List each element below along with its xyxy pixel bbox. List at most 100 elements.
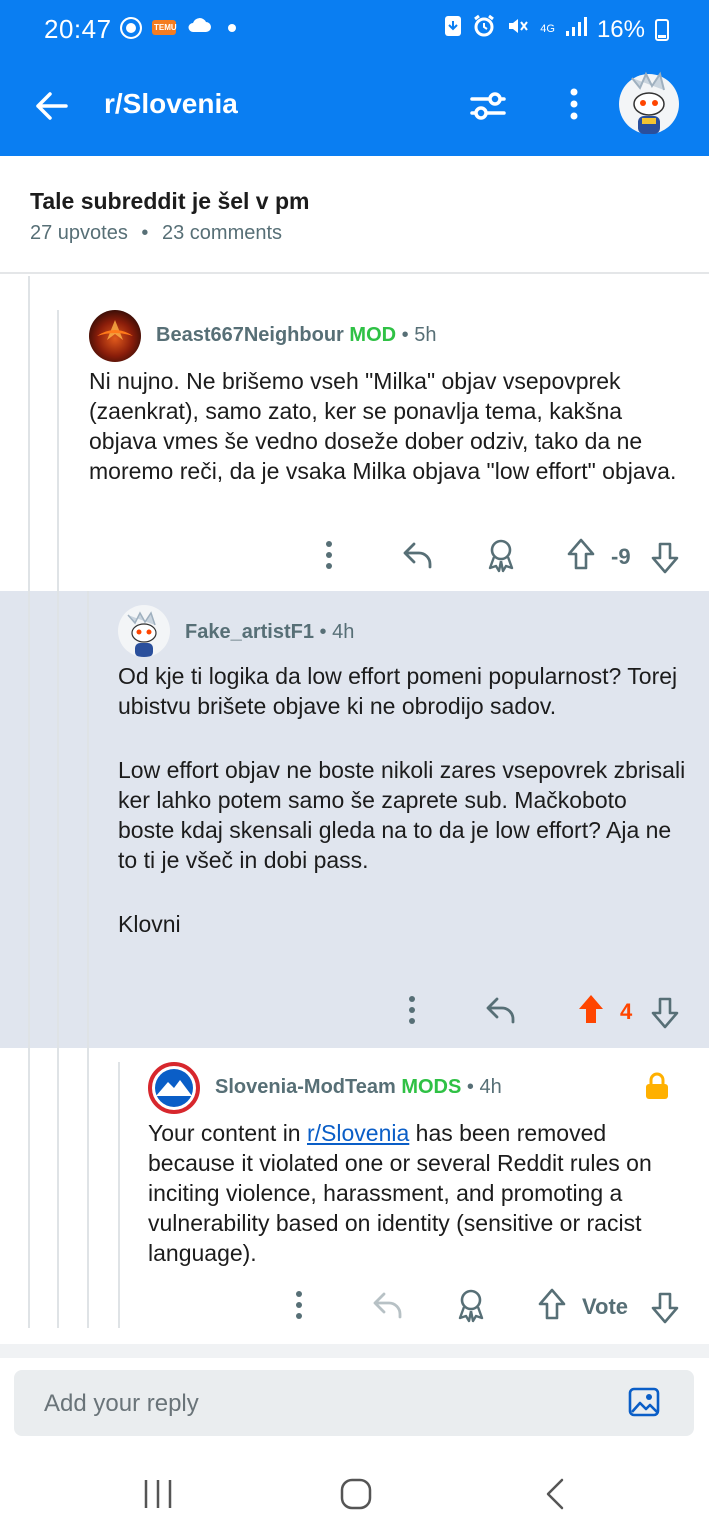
comment-actions: 4 bbox=[0, 991, 709, 1035]
back-chevron-icon bbox=[546, 1478, 564, 1510]
notification-icons: TEMU bbox=[120, 16, 236, 39]
meta-dot: • bbox=[466, 1076, 474, 1098]
back-button[interactable] bbox=[32, 86, 72, 126]
back-arrow-icon bbox=[36, 92, 68, 120]
more-options-button[interactable] bbox=[564, 84, 584, 124]
kebab-icon bbox=[409, 996, 415, 1024]
comment-actions: Vote bbox=[0, 1286, 709, 1330]
meta-separator: • bbox=[141, 222, 149, 244]
network-type: 4G bbox=[540, 23, 555, 35]
comment-age: 4h bbox=[479, 1076, 502, 1098]
snoo-avatar-icon bbox=[127, 611, 157, 657]
mods-badge: MODS bbox=[401, 1076, 462, 1098]
reply-button-disabled bbox=[372, 1286, 404, 1331]
subreddit-header: r/Slovenia bbox=[0, 60, 709, 156]
meta-dot: • bbox=[319, 621, 327, 643]
vote-score: 4 bbox=[620, 999, 633, 1024]
upvote-button[interactable] bbox=[537, 1286, 567, 1331]
award-button[interactable] bbox=[485, 536, 517, 581]
snoo-avatar-icon bbox=[619, 71, 679, 134]
locked-icon bbox=[644, 1072, 670, 1105]
subreddit-link[interactable]: r/Slovenia bbox=[307, 1120, 409, 1146]
comment-body: Your content in r/Slovenia has been remo… bbox=[148, 1120, 652, 1266]
temu-app-icon: TEMU bbox=[152, 20, 177, 35]
post-summary[interactable]: Tale subreddit je šel v pm 27 upvotes • … bbox=[0, 156, 709, 274]
battery-icon bbox=[655, 18, 669, 41]
downvote-button[interactable] bbox=[650, 991, 680, 1036]
image-icon bbox=[628, 1387, 660, 1417]
subreddit-title[interactable]: r/Slovenia bbox=[104, 88, 238, 120]
comment-highlighted: Fake_artistF1 • 4h Od kje ti logika da l… bbox=[0, 591, 709, 1048]
reply-input[interactable]: Add your reply bbox=[14, 1370, 694, 1436]
award-button[interactable] bbox=[455, 1286, 487, 1331]
comment-username[interactable]: Slovenia-ModTeam MODS • 4h bbox=[215, 1076, 502, 1099]
app-top-bar: 20:47 TEMU 4G 16% r/Slovenia bbox=[0, 0, 709, 156]
comment-body: Ni nujno. Ne brišemo vseh "Milka" objav … bbox=[89, 368, 677, 484]
filter-icon bbox=[470, 92, 506, 120]
downvote-icon bbox=[651, 1292, 679, 1324]
reply-button[interactable] bbox=[485, 991, 517, 1036]
system-nav-bar bbox=[0, 1454, 709, 1536]
reply-button[interactable] bbox=[402, 536, 434, 581]
reply-icon bbox=[373, 1292, 402, 1319]
kebab-icon bbox=[296, 1291, 302, 1319]
reply-bar: Add your reply bbox=[0, 1344, 709, 1454]
system-icons: 4G 16% bbox=[444, 14, 669, 45]
recent-apps-icon bbox=[144, 1480, 172, 1508]
save-icon bbox=[444, 15, 462, 44]
mod-badge: MOD bbox=[349, 324, 397, 346]
mountain-logo-icon bbox=[155, 1069, 193, 1107]
more-options-button[interactable] bbox=[402, 991, 422, 1036]
comment-actions: -9 bbox=[0, 536, 709, 580]
upvote-icon bbox=[567, 538, 595, 570]
alarm-icon bbox=[472, 14, 496, 45]
comment-body: Od kje ti logika da low effort pomeni po… bbox=[118, 663, 686, 937]
comment-age: 5h bbox=[414, 324, 437, 346]
comment-age: 4h bbox=[332, 621, 355, 643]
downvote-button[interactable] bbox=[650, 1286, 680, 1331]
kebab-menu-icon bbox=[570, 88, 578, 120]
reply-icon bbox=[486, 997, 515, 1024]
attach-image-button[interactable] bbox=[628, 1386, 660, 1418]
avatar[interactable] bbox=[148, 1062, 200, 1114]
user-avatar[interactable] bbox=[618, 64, 680, 136]
more-options-button[interactable] bbox=[319, 536, 339, 581]
downvote-button[interactable] bbox=[650, 536, 680, 581]
comment-username[interactable]: Beast667Neighbour MOD • 5h bbox=[156, 324, 436, 347]
signal-icon bbox=[565, 16, 587, 44]
upvote-button[interactable] bbox=[576, 991, 606, 1036]
home-icon bbox=[340, 1478, 372, 1510]
sort-filter-button[interactable] bbox=[468, 86, 508, 126]
mute-icon bbox=[506, 14, 530, 45]
comment-username[interactable]: Fake_artistF1 • 4h bbox=[185, 621, 354, 644]
phoenix-avatar-icon bbox=[97, 320, 133, 340]
post-comment-count: 23 comments bbox=[162, 222, 283, 244]
more-options-button[interactable] bbox=[289, 1286, 309, 1331]
reply-placeholder: Add your reply bbox=[44, 1390, 199, 1417]
battery-percent: 16% bbox=[596, 15, 645, 43]
status-bar: 20:47 TEMU 4G 16% bbox=[0, 0, 709, 60]
award-icon bbox=[458, 1289, 484, 1323]
upvote-filled-icon bbox=[579, 995, 603, 1023]
post-meta: 27 upvotes • 23 comments bbox=[30, 222, 282, 245]
home-button[interactable] bbox=[338, 1476, 374, 1517]
upvote-icon bbox=[538, 1288, 566, 1320]
meta-dot: • bbox=[401, 324, 409, 346]
downvote-icon bbox=[651, 997, 679, 1029]
reply-icon bbox=[403, 542, 432, 569]
vote-score: -9 bbox=[611, 544, 631, 569]
status-time: 20:47 bbox=[44, 14, 112, 44]
post-title: Tale subreddit je šel v pm bbox=[30, 188, 310, 214]
soccer-ball-icon bbox=[120, 16, 142, 39]
avatar[interactable] bbox=[89, 310, 141, 362]
cloud-icon bbox=[186, 16, 212, 39]
kebab-icon bbox=[326, 541, 332, 569]
recent-apps-button[interactable] bbox=[142, 1476, 174, 1517]
upvote-button[interactable] bbox=[566, 536, 596, 581]
comment: Slovenia-ModTeam MODS • 4h Your content … bbox=[0, 1048, 709, 1338]
system-back-button[interactable] bbox=[542, 1476, 570, 1517]
post-upvotes: 27 upvotes bbox=[30, 222, 128, 244]
award-icon bbox=[488, 539, 514, 573]
avatar[interactable] bbox=[118, 605, 170, 657]
notification-dot-icon bbox=[228, 23, 236, 32]
